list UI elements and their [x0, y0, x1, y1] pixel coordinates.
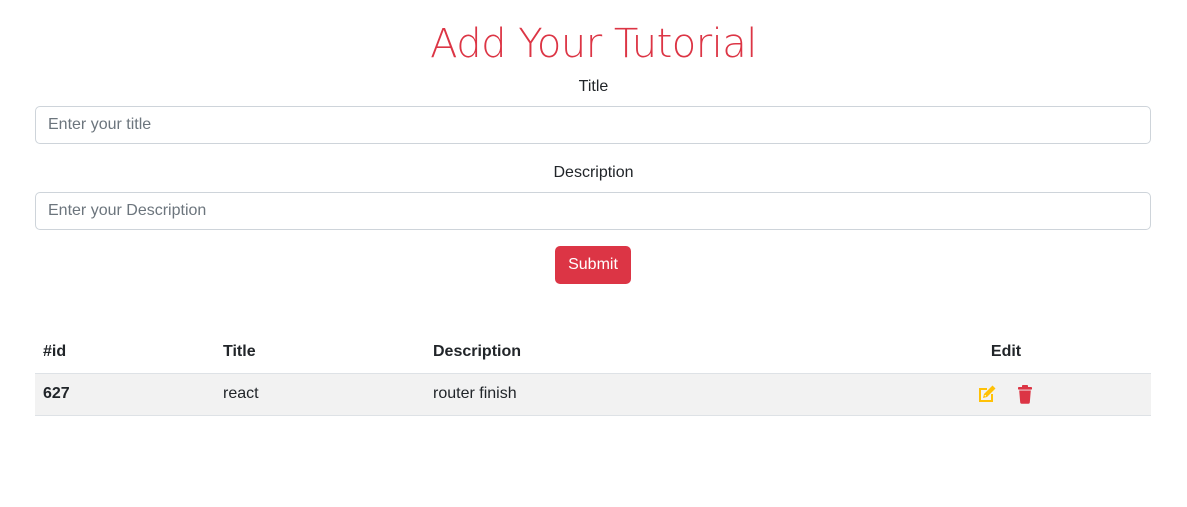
title-input[interactable] — [35, 106, 1151, 144]
table-row: 627 react router finish — [35, 373, 1151, 416]
page-title: Add Your Tutorial — [430, 21, 757, 67]
table-header-row: #id Title Description Edit — [35, 332, 1151, 374]
description-input[interactable] — [35, 192, 1151, 230]
description-label: Description — [553, 164, 634, 181]
edit-icon[interactable] — [976, 383, 998, 405]
submit-button[interactable]: Submit — [555, 246, 631, 284]
row-actions — [861, 373, 1151, 416]
header-edit: Edit — [861, 332, 1151, 374]
row-description: router finish — [425, 373, 861, 416]
trash-icon[interactable] — [1014, 383, 1036, 405]
tutorials-table: #id Title Description Edit 627 react rou… — [35, 332, 1151, 416]
row-title: react — [215, 373, 425, 416]
title-label: Title — [578, 78, 609, 95]
header-description: Description — [425, 332, 861, 374]
row-id: 627 — [35, 373, 215, 416]
header-id: #id — [35, 332, 215, 374]
header-title: Title — [215, 332, 425, 374]
